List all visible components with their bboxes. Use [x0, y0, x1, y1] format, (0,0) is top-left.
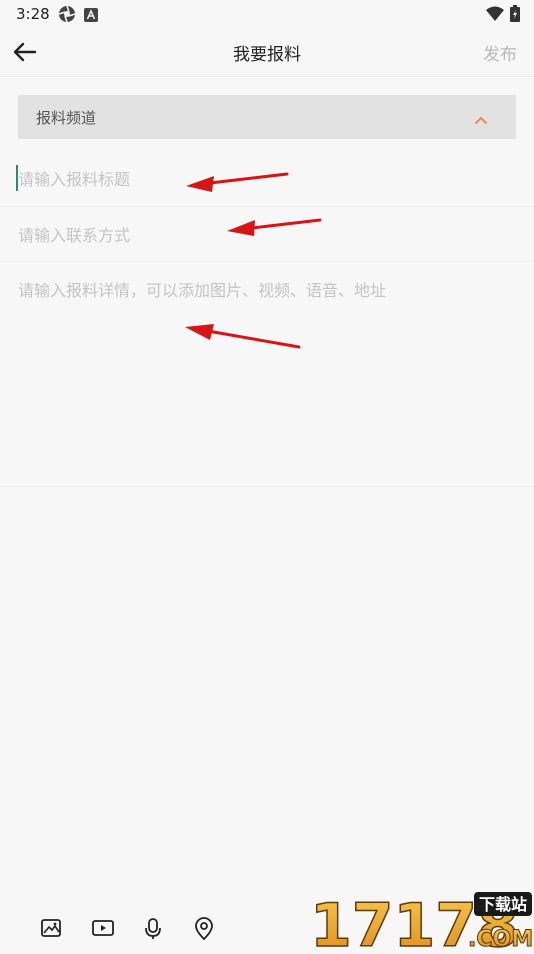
video-icon[interactable]: [91, 917, 115, 941]
microphone-icon[interactable]: [142, 917, 166, 941]
annotation-arrow-detail: [185, 324, 301, 349]
watermark-tag: 下载站: [479, 895, 527, 914]
watermark-logo: 17178 下载站 .COM: [308, 888, 534, 954]
image-icon[interactable]: [40, 917, 64, 941]
watermark-suffix: .COM: [468, 927, 533, 950]
annotation-arrow-title: [186, 172, 289, 192]
annotation-arrow-contact: [227, 218, 322, 236]
location-icon[interactable]: [193, 917, 217, 941]
annotation-arrows: [185, 172, 322, 349]
